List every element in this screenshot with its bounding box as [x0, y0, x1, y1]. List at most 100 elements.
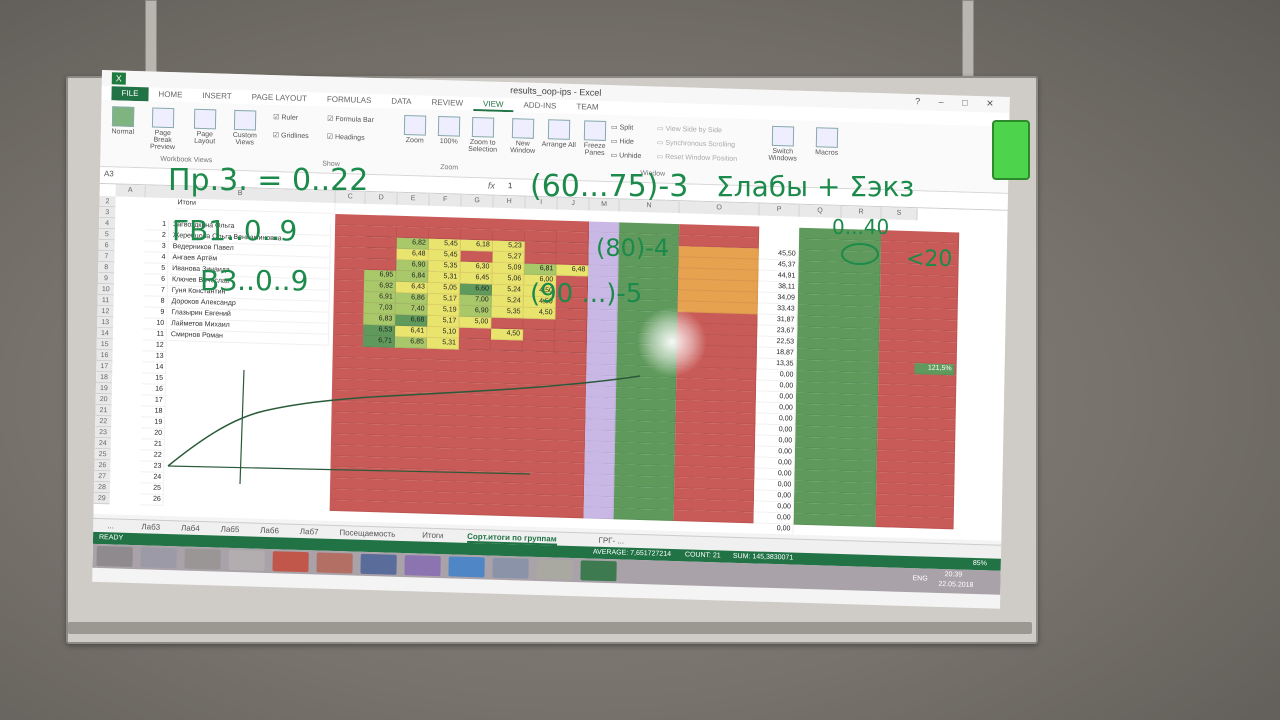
row-header[interactable]: 11: [97, 294, 114, 307]
row-number-cell[interactable]: 1: [144, 219, 170, 232]
column-header[interactable]: F: [429, 193, 462, 207]
status-zoom[interactable]: 85%: [973, 560, 987, 567]
column-header[interactable]: O: [679, 201, 760, 216]
colored-cell-band[interactable]: [588, 232, 620, 245]
custom-views-button[interactable]: Custom Views: [227, 109, 264, 147]
page-layout-button[interactable]: Page Layout: [187, 108, 224, 146]
sheet-tab[interactable]: Лаб4: [181, 523, 200, 533]
macros-button[interactable]: Macros: [809, 127, 846, 157]
column-header[interactable]: D: [365, 191, 398, 205]
app-icon-1[interactable]: [360, 553, 397, 575]
score-cell[interactable]: 5,35: [428, 260, 461, 273]
column-header[interactable]: P: [759, 203, 800, 217]
row-header[interactable]: 15: [96, 338, 113, 351]
row-number-cell[interactable]: 7: [143, 285, 168, 297]
score-cell[interactable]: 6,48: [556, 264, 589, 277]
sheet-tab[interactable]: Лаб6: [260, 526, 279, 536]
ruler-checkbox[interactable]: ☑ Ruler: [273, 113, 298, 122]
row-number-cell[interactable]: 5: [144, 263, 169, 275]
sheet-tab[interactable]: Лаб5: [221, 525, 240, 535]
menu-home[interactable]: HOME: [148, 87, 192, 102]
fx-icon[interactable]: fx: [488, 180, 495, 190]
row-number-cell[interactable]: 10: [143, 318, 168, 330]
column-header[interactable]: C: [335, 190, 366, 204]
column-header[interactable]: M: [589, 198, 620, 212]
colored-cell-band[interactable]: [793, 513, 876, 528]
colored-cell-band[interactable]: [588, 265, 619, 278]
row-header[interactable]: 27: [94, 470, 111, 483]
score-cell[interactable]: [460, 250, 493, 263]
colored-cell-band[interactable]: [583, 507, 614, 520]
colored-cell-band[interactable]: [584, 463, 615, 476]
colored-cell-band[interactable]: [587, 320, 618, 333]
spreadsheet-grid[interactable]: A B C D E F G H I J M N O P Q R S 2 3 4 1 5 2 6 3 7 4 8 5 9 6 10 7 11 8 12 9…: [93, 183, 1008, 541]
colored-cell-band[interactable]: [586, 375, 617, 388]
score-cell[interactable]: 5,23: [492, 240, 525, 253]
colored-cell-band[interactable]: [585, 430, 616, 443]
start-button[interactable]: [96, 545, 133, 567]
colored-cell-band[interactable]: [586, 342, 617, 355]
switch-windows-button[interactable]: Switch Windows: [764, 125, 801, 163]
row-header[interactable]: 14: [96, 327, 114, 340]
total-cell[interactable]: 0,00: [753, 523, 794, 536]
sheet-tab[interactable]: Итоги: [422, 531, 443, 541]
sheet-tab[interactable]: Лаб3: [141, 522, 160, 532]
row-header[interactable]: 26: [94, 459, 111, 472]
row-number-cell[interactable]: 18: [141, 406, 166, 418]
row-number-cell[interactable]: 19: [141, 417, 166, 429]
row-number-cell[interactable]: 17: [141, 395, 166, 407]
score-cell[interactable]: [396, 226, 430, 239]
app-icon-2[interactable]: [492, 557, 529, 579]
row-number-cell[interactable]: 11: [142, 329, 168, 341]
language-indicator[interactable]: ENG: [912, 575, 927, 582]
score-cell[interactable]: [554, 341, 587, 354]
sheet-tab[interactable]: ГРГ- ...: [598, 536, 624, 546]
reset-window-position-button[interactable]: ▭ Reset Window Position: [656, 152, 737, 162]
score-cell[interactable]: [364, 236, 397, 249]
zoom-100-button[interactable]: 100%: [431, 115, 468, 146]
row-number-cell[interactable]: 20: [140, 428, 166, 440]
powerpoint-icon[interactable]: [272, 551, 309, 573]
colored-cell-band[interactable]: [584, 452, 615, 465]
menu-data[interactable]: DATA: [381, 94, 421, 109]
colored-cell-band[interactable]: [585, 386, 617, 399]
excel-taskbar-icon[interactable]: [580, 560, 617, 582]
menu-team[interactable]: TEAM: [566, 100, 608, 115]
row-number-cell[interactable]: 22: [140, 450, 165, 462]
row-header[interactable]: 18: [95, 371, 113, 384]
row-header[interactable]: 28: [93, 481, 111, 494]
colored-cell-band[interactable]: [584, 441, 616, 454]
row-header[interactable]: 4: [98, 217, 116, 230]
colored-cell-band[interactable]: [587, 298, 618, 311]
colored-cell-band[interactable]: [589, 221, 620, 234]
column-header[interactable]: I: [525, 196, 558, 210]
row-header[interactable]: 21: [95, 404, 112, 417]
colored-cell-band[interactable]: [583, 496, 614, 509]
row-number-cell[interactable]: 24: [140, 472, 165, 484]
column-header[interactable]: A: [115, 184, 146, 198]
row-number-cell[interactable]: 2: [144, 230, 169, 243]
row-header[interactable]: 10: [97, 283, 114, 296]
explorer-icon[interactable]: [228, 549, 265, 571]
zoom-button[interactable]: Zoom: [397, 114, 434, 145]
page-break-preview-button[interactable]: Page Break Preview: [144, 107, 181, 151]
row-number-cell[interactable]: 21: [140, 439, 165, 451]
row-number-cell[interactable]: 8: [143, 296, 168, 308]
colored-cell-band[interactable]: [586, 353, 617, 366]
row-header[interactable]: 23: [94, 426, 112, 439]
synchronous-scrolling-button[interactable]: ▭ Synchronous Scrolling: [657, 138, 735, 148]
window-controls[interactable]: ? – □ ✕: [915, 96, 1002, 110]
colored-cell-band[interactable]: [875, 516, 954, 530]
row-number-cell[interactable]: 12: [142, 340, 167, 352]
score-cell[interactable]: 6,00: [524, 274, 557, 287]
column-header[interactable]: G: [461, 194, 494, 208]
gridlines-checkbox[interactable]: ☑ Gridlines: [273, 131, 309, 140]
column-header[interactable]: N: [619, 199, 680, 214]
percentage-cell[interactable]: 121,5%: [914, 363, 955, 376]
row-header[interactable]: 29: [93, 492, 110, 505]
column-header[interactable]: E: [397, 192, 430, 206]
formula-bar-checkbox[interactable]: ☑ Formula Bar: [327, 115, 374, 124]
column-header[interactable]: H: [493, 195, 526, 209]
colored-cell-band[interactable]: [587, 309, 618, 322]
row-number-cell[interactable]: 23: [140, 461, 165, 473]
